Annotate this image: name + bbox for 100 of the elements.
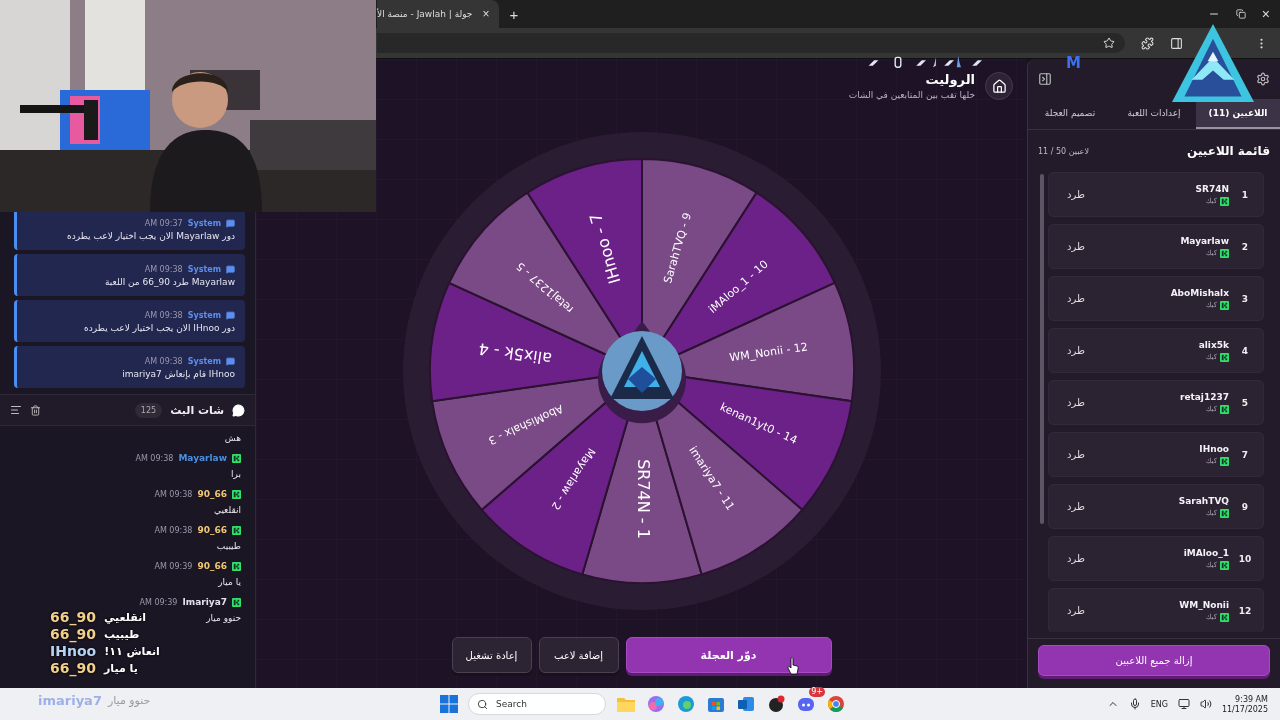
player-name: SarahTVQ — [1178, 495, 1229, 506]
close-window-button[interactable]: × — [1261, 6, 1270, 22]
wheel-label: IHnoo - 7 — [585, 210, 624, 286]
message-author: System — [187, 219, 221, 228]
kick-button[interactable]: طرد — [1063, 343, 1089, 358]
list-title: قائمة اللاعبين — [1187, 144, 1270, 158]
action-button[interactable]: إضافة لاعب — [538, 637, 619, 673]
message-author: System — [187, 311, 221, 320]
overlay-message: طيبيب — [103, 627, 140, 641]
language-indicator[interactable]: ENG — [1150, 699, 1168, 709]
browser-icon[interactable] — [677, 695, 695, 713]
close-tab-button[interactable]: × — [482, 7, 490, 21]
platform-icon — [1220, 300, 1229, 310]
new-tab-button[interactable]: + — [509, 5, 519, 23]
platform-icon — [232, 453, 241, 463]
network-icon[interactable] — [1177, 698, 1190, 710]
message-author: 90_66 — [197, 489, 227, 499]
kick-button[interactable]: طرد — [1063, 395, 1089, 410]
browser-tab[interactable]: جولة | Jawlah - منصة الأ × — [377, 0, 500, 28]
overlay-username: 66_90 — [50, 626, 96, 642]
search-field[interactable]: Search — [494, 698, 597, 710]
collapse-panel-button[interactable] — [1038, 72, 1052, 86]
store-icon[interactable] — [707, 695, 725, 713]
panel-tab[interactable]: اللاعبين (11) — [1196, 99, 1280, 129]
kick-button[interactable]: طرد — [1063, 447, 1089, 462]
trash-icon — [30, 404, 41, 416]
clear-players-button[interactable]: إزالة جميع اللاعبين — [1038, 645, 1270, 676]
player-number: 3 — [1240, 293, 1250, 304]
chat-icon — [226, 357, 235, 366]
action-button[interactable]: إعادة تشغيل — [451, 637, 532, 673]
panel-tab[interactable]: إعدادات اللعبة — [1112, 99, 1196, 129]
platform-icon — [1220, 404, 1229, 414]
platform-icon — [1220, 560, 1229, 570]
message-time: AM 09:38 — [144, 311, 183, 320]
message-time: AM 09:38 — [144, 357, 183, 366]
player-number: 12 — [1237, 605, 1253, 616]
player-name: retaj1237 — [1179, 391, 1229, 402]
chat-app-icon[interactable] — [797, 695, 815, 713]
hand-cursor-icon — [787, 657, 799, 675]
notification-badge: 9+ — [809, 687, 825, 697]
browser-icon[interactable] — [827, 695, 845, 713]
scrollbar[interactable] — [1040, 174, 1044, 524]
message-text: هش — [224, 433, 241, 443]
kick-button[interactable]: طرد — [1063, 291, 1089, 306]
panel-icon — [1038, 72, 1052, 86]
volume-icon[interactable] — [1199, 698, 1212, 710]
kick-button[interactable]: طرد — [1063, 239, 1089, 254]
restore-icon[interactable] — [1235, 9, 1246, 19]
message-text: IHnoo قام بإنعاش imariya7 — [122, 369, 235, 379]
panel-tab[interactable]: تصميم العجلة — [1028, 99, 1112, 129]
home-button[interactable] — [985, 72, 1013, 100]
spin-button[interactable]: دوّر العجلة — [625, 637, 832, 673]
message-time: AM 09:38 — [154, 525, 193, 535]
overlay-username: 66_90 — [50, 660, 96, 676]
align-button[interactable] — [10, 404, 22, 416]
delete-button[interactable] — [30, 404, 41, 416]
extensions-icon[interactable] — [1141, 36, 1154, 50]
platform-icon — [232, 525, 241, 535]
sidebar-icon[interactable] — [1170, 36, 1183, 50]
kick-button[interactable]: طرد — [1063, 187, 1089, 202]
kick-button[interactable]: طرد — [1063, 603, 1089, 618]
overlay-username: 66_90 — [50, 609, 96, 625]
chat-icon — [232, 403, 245, 417]
message-author: Imariya7 — [182, 597, 227, 607]
kick-button[interactable]: طرد — [1063, 499, 1089, 514]
mail-icon[interactable] — [737, 695, 755, 713]
overlay-message: انقلعيي — [103, 610, 147, 624]
message-count: 125 — [134, 402, 163, 418]
clock[interactable]: 9:39 AM 11/17/2025 — [1221, 694, 1268, 714]
platform-icon — [1220, 352, 1229, 362]
message-text: برا — [231, 469, 241, 479]
message-text: يا ميار — [218, 577, 241, 587]
kick-button[interactable]: طرد — [1063, 551, 1089, 566]
player-number: 1 — [1240, 189, 1250, 200]
overlay-message: انعاش ١١! — [104, 644, 160, 658]
message-time: AM 09:39 — [139, 597, 178, 607]
search-bar[interactable]: Search — [468, 693, 606, 715]
overlay-mark: M — [1066, 54, 1081, 72]
platform-icon — [1220, 612, 1229, 622]
platform-icon — [1220, 248, 1229, 258]
page-title: الروليت — [925, 72, 975, 87]
player-number: 9 — [1240, 501, 1250, 512]
settings-icon — [1256, 72, 1270, 86]
message-time: AM 09:38 — [144, 265, 183, 274]
player-name: SR74N — [1195, 183, 1229, 194]
microphone-icon[interactable] — [1128, 698, 1141, 710]
overlay-username: imariya7 — [38, 693, 102, 708]
app-icon[interactable] — [767, 695, 785, 713]
message-author: System — [187, 265, 221, 274]
settings-button[interactable] — [1256, 72, 1270, 86]
message-time: AM 09:39 — [154, 561, 193, 571]
player-name: AboMishalx — [1170, 287, 1229, 298]
wheel-label: WM_Nonii - 12 — [728, 340, 809, 365]
player-name: WM_Nonii — [1179, 599, 1229, 610]
align-icon — [10, 404, 22, 416]
logo-icon — [601, 331, 682, 411]
message-author: Mayarlaw — [178, 453, 227, 463]
bookmark-star-icon[interactable] — [1103, 37, 1115, 49]
player-number: 10 — [1237, 553, 1253, 564]
player-name: IHnoo — [1199, 443, 1229, 454]
